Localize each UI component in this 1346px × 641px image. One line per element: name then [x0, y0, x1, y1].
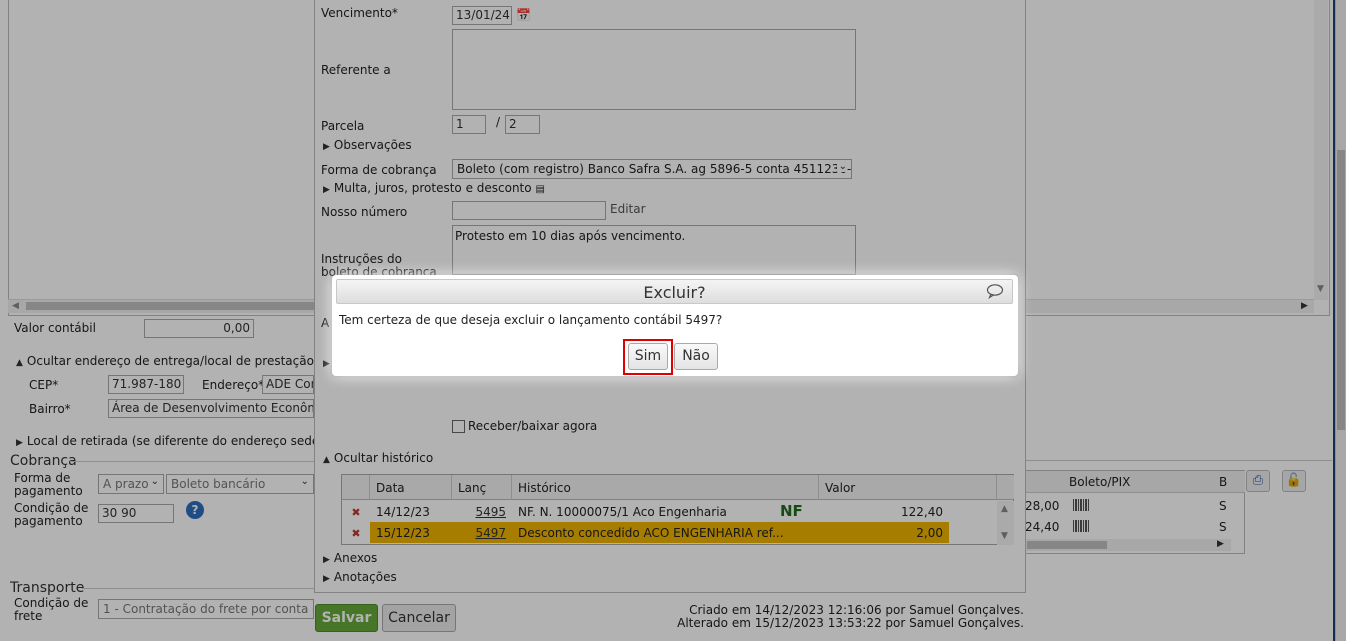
- confirm-delete-dialog: Excluir? Tem certeza de que deseja exclu…: [332, 275, 1018, 376]
- sim-button[interactable]: Sim: [628, 343, 668, 370]
- dialog-title: Excluir?: [643, 283, 706, 302]
- nao-button[interactable]: Não: [674, 343, 718, 370]
- dialog-titlebar: Excluir?: [336, 279, 1013, 304]
- chat-bubble-icon[interactable]: [986, 283, 1004, 299]
- dialog-message: Tem certeza de que deseja excluir o lanç…: [339, 313, 723, 327]
